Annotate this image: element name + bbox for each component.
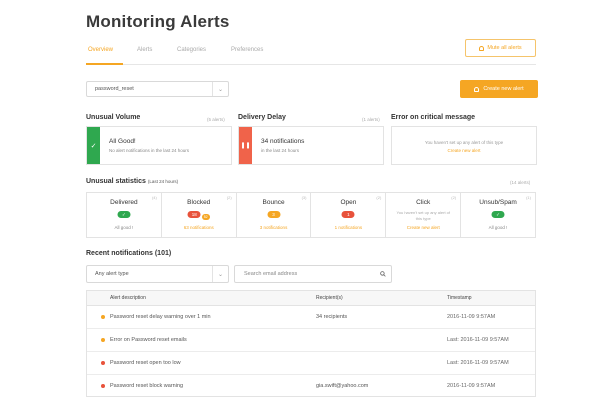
email-search-input[interactable]: Search email address (234, 265, 392, 283)
row-description: Password reset block warning (110, 383, 184, 389)
row-description: Password reset open too low (110, 360, 181, 366)
alert-type-select[interactable]: Any alert type ⌄ (86, 265, 229, 283)
row-recipients: 34 recipients (316, 314, 348, 320)
stat-name: Delivered (110, 199, 138, 206)
create-alert-link[interactable]: Create new alert (386, 225, 460, 230)
mute-label: Mute all alerts (487, 45, 522, 51)
row-description: Password reset delay warning over 1 min (110, 314, 211, 320)
table-header: Alert description Recipient(s) Timestamp (87, 291, 535, 306)
stat-name: Open (340, 199, 357, 206)
stat-name: Blocked (187, 199, 211, 206)
chevron-down-icon: ⌄ (212, 82, 228, 96)
stat-blocked[interactable]: (2) Blocked 18 52 63 notifications (162, 193, 237, 237)
severity-dot (101, 361, 105, 365)
create-label: Create new alert (483, 86, 524, 92)
card-subtitle: No alert notifications in the last 24 ho… (109, 148, 190, 153)
row-timestamp: 2016-11-09 9:57AM (447, 314, 496, 320)
bell-icon (479, 45, 485, 51)
check-icon: ✓ (90, 142, 97, 150)
severity-dot (101, 338, 105, 342)
column-header: Alert description (110, 295, 146, 301)
stat-empty-text: You haven't set up any alert of this typ… (396, 210, 450, 221)
chevron-down-icon: ⌄ (212, 266, 228, 282)
stat-badge: 18 (187, 211, 201, 218)
critical-label: Error on critical message (391, 114, 476, 121)
stat-badge: 3 (267, 211, 281, 218)
table-row[interactable]: Password reset block warning gia.swift@y… (87, 375, 535, 398)
check-icon: ✓ (491, 211, 505, 218)
row-description: Error on Password reset emails (110, 337, 187, 343)
recent-notifications-label: Recent notifications (101) (86, 250, 172, 257)
notifications-table: Alert description Recipient(s) Timestamp… (86, 290, 536, 397)
stat-unsub-spam[interactable]: (1) Unsub/Spam ✓ All good ! (461, 193, 535, 237)
severity-dot (101, 315, 105, 319)
stat-open[interactable]: (2) Open 1 1 notifications (311, 193, 387, 237)
delivery-delay-count: (1 alerts) (362, 117, 380, 122)
search-placeholder: Search email address (244, 271, 298, 277)
template-select[interactable]: password_reset ⌄ (86, 81, 229, 97)
create-new-alert-button[interactable]: Create new alert (460, 80, 538, 98)
table-row[interactable]: Password reset open too low Last: 2016-1… (87, 352, 535, 375)
unusual-statistics-period: (Last 24 hours) (147, 179, 179, 184)
stat-delivered[interactable]: (4) Delivered ✓ All good ! (87, 193, 162, 237)
stat-name: Click (416, 199, 431, 206)
template-select-value: password_reset (95, 86, 134, 92)
tab-alerts[interactable]: Alerts (137, 47, 152, 53)
mute-all-alerts-button[interactable]: Mute all alerts (465, 39, 536, 57)
tab-overview[interactable]: Overview (88, 47, 113, 53)
stat-name: Bounce (262, 199, 285, 206)
page-title: Monitoring Alerts (86, 12, 230, 31)
column-header: Timestamp (447, 295, 472, 301)
table-row[interactable]: Error on Password reset emails Last: 201… (87, 329, 535, 352)
card-title: 34 notifications (261, 138, 305, 145)
pause-icon: ❚❚ (240, 143, 251, 149)
stat-foot: All good ! (114, 225, 134, 230)
statistics-panel: (4) Delivered ✓ All good ! (2) Blocked 1… (86, 192, 536, 238)
unusual-volume-count: (5 alerts) (207, 117, 225, 122)
delivery-delay-card[interactable]: ❚❚ 34 notifications in the last 24 hours (238, 126, 384, 165)
row-timestamp: Last: 2016-11-09 9:57AM (447, 360, 509, 366)
search-icon (380, 271, 386, 277)
card-subtitle: in the last 24 hours (261, 148, 300, 153)
card-empty-text: You haven't set up any alert of this typ… (424, 140, 504, 145)
stat-foot[interactable]: 1 notifications (311, 225, 385, 230)
card-title: All Good! (109, 138, 136, 145)
stat-foot[interactable]: 63 notifications (162, 225, 236, 230)
row-timestamp: Last: 2016-11-09 9:57AM (447, 337, 509, 343)
stat-click: (2) Click You haven't set up any alert o… (386, 193, 462, 237)
row-recipients: gia.swift@yahoo.com (316, 383, 369, 389)
tab-preferences[interactable]: Preferences (231, 47, 263, 53)
status-bar: ✓ (87, 127, 100, 164)
check-icon: ✓ (117, 211, 131, 218)
unusual-volume-card[interactable]: ✓ All Good! No alert notifications in th… (86, 126, 232, 165)
stat-foot: All good ! (488, 225, 508, 230)
bell-icon (474, 86, 480, 92)
create-alert-link[interactable]: Create new alert (392, 148, 536, 153)
delivery-delay-label: Delivery Delay (238, 114, 286, 121)
alert-type-select-value: Any alert type (95, 271, 129, 277)
severity-dot (101, 384, 105, 388)
critical-card: You haven't set up any alert of this typ… (391, 126, 537, 165)
stat-name: Unsub/Spam (479, 199, 517, 206)
column-header: Recipient(s) (316, 295, 343, 301)
stat-badge: 1 (341, 211, 355, 218)
stat-badge-secondary: 52 (201, 214, 210, 220)
status-bar: ❚❚ (239, 127, 252, 164)
unusual-statistics-label: Unusual statistics (Last 24 hours) (86, 178, 179, 185)
row-timestamp: 2016-11-09 9:57AM (447, 383, 496, 389)
stat-bounce[interactable]: (3) Bounce 3 3 notifications (237, 193, 312, 237)
tab-categories[interactable]: Categories (177, 47, 206, 53)
stat-foot[interactable]: 3 notifications (237, 225, 311, 230)
table-row[interactable]: Password reset delay warning over 1 min … (87, 306, 535, 329)
unusual-statistics-count: (14 alerts) (510, 180, 531, 185)
unusual-volume-label: Unusual Volume (86, 114, 141, 121)
active-tab-indicator (86, 63, 123, 65)
